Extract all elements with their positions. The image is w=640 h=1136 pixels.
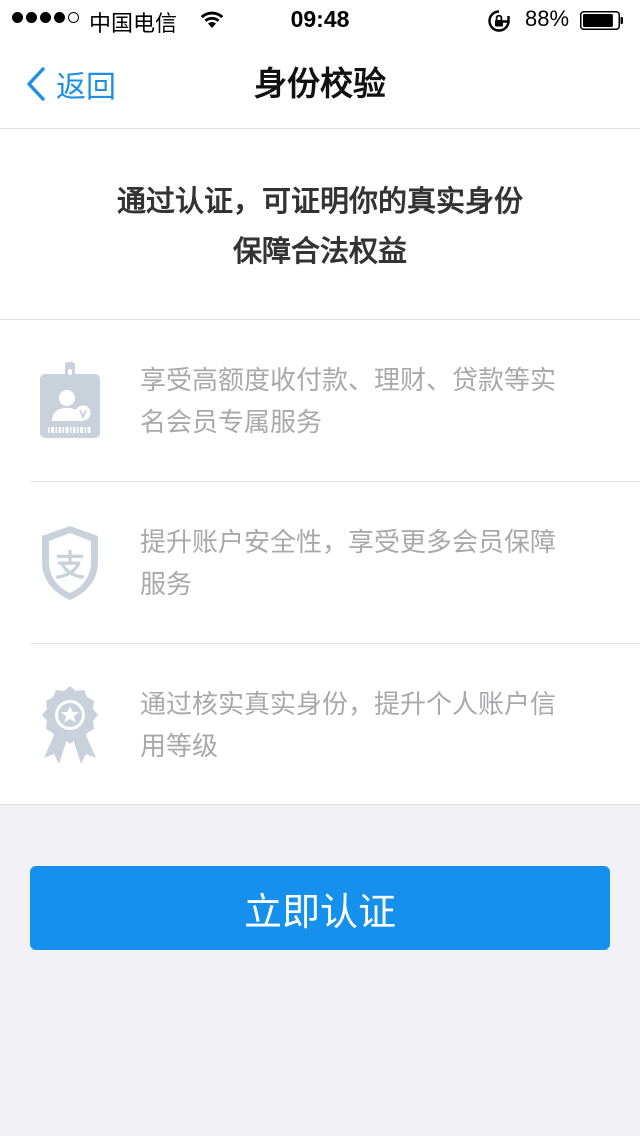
benefit-text-line: 用等级: [140, 732, 219, 762]
intro-line-1: 通过认证，可证明你的真实身份: [116, 184, 523, 218]
benefit-list: 享受高额度收付款、理财、贷款等实 名会员专属服务 支 提升账户安全性，享受更多会…: [0, 320, 640, 805]
shield-alipay-icon: 支: [42, 526, 98, 600]
benefit-item-security: 支 提升账户安全性，享受更多会员保障 服务: [0, 482, 640, 643]
intro-panel: 通过认证，可证明你的真实身份 保障合法权益: [0, 129, 640, 320]
benefit-text-security: 提升账户安全性，享受更多会员保障 服务: [140, 522, 610, 606]
benefit-text-line: 名会员专属服务: [140, 408, 323, 438]
benefit-text-line: 提升账户安全性，享受更多会员保障: [140, 528, 557, 558]
award-ribbon-icon: [42, 686, 98, 764]
rotation-lock-icon: [488, 10, 510, 32]
benefit-text-line: 享受高额度收付款、理财、贷款等实: [140, 366, 557, 396]
benefit-text-line: 通过核实真实身份，提升个人账户信: [140, 690, 557, 720]
svg-text:支: 支: [55, 549, 85, 584]
benefit-item-services: 享受高额度收付款、理财、贷款等实 名会员专属服务: [0, 320, 640, 481]
battery-icon: [580, 11, 623, 30]
nav-bar: 返回 身份校验: [0, 40, 640, 129]
benefit-text-line: 服务: [140, 570, 193, 600]
verify-now-button[interactable]: 立即认证: [30, 866, 610, 950]
id-badge-icon: [40, 362, 100, 438]
status-bar: 中国电信 09:48 88%: [0, 0, 640, 40]
page-title: 身份校验: [254, 64, 386, 103]
benefit-text-services: 享受高额度收付款、理财、贷款等实 名会员专属服务: [140, 360, 610, 444]
battery-percent: 88%: [525, 6, 570, 31]
benefit-text-credit: 通过核实真实身份，提升个人账户信 用等级: [140, 684, 610, 768]
benefit-item-credit: 通过核实真实身份，提升个人账户信 用等级: [0, 644, 640, 805]
intro-line-2: 保障合法权益: [232, 234, 407, 268]
